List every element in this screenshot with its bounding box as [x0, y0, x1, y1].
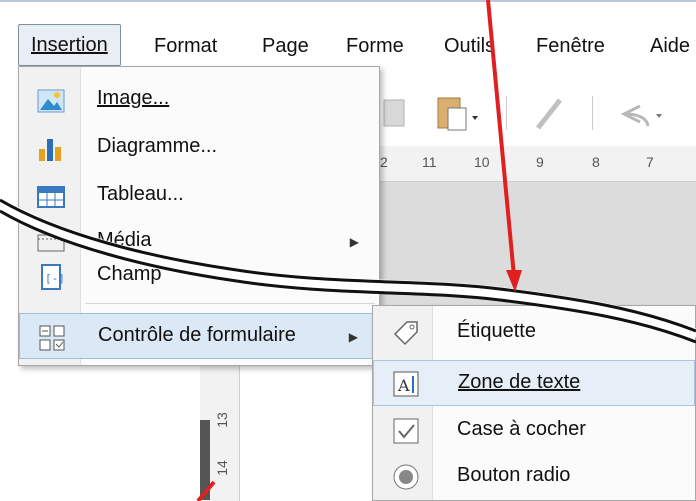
svg-text:A: A: [397, 376, 410, 395]
toolbar-separator-2: [592, 96, 593, 130]
field-icon: [-]: [41, 264, 65, 290]
undo-icon[interactable]: [612, 92, 672, 136]
image-icon: [37, 89, 65, 113]
submenu-arrow-icon: ▶: [349, 235, 359, 249]
insertion-menu: Image... Diagramme... Tableau... Média ▶: [18, 66, 380, 366]
submenu-arrow-icon: ▶: [348, 330, 358, 344]
menu-fenetre-label: Fenêtre: [536, 35, 605, 57]
menu-forme-label: Forme: [346, 35, 404, 57]
radio-button-icon: [393, 464, 419, 490]
ruler-tick: 13: [213, 412, 230, 428]
ruler-tick: 8: [592, 154, 600, 170]
checkbox-icon: [393, 418, 419, 444]
menu-aide-label: Aide: [650, 35, 691, 57]
menu-page-label: Page: [262, 35, 309, 57]
menu-outils-label: Outils: [444, 35, 496, 57]
chart-icon: [39, 139, 61, 161]
submenu-item-etiquette[interactable]: Étiquette: [373, 310, 695, 356]
text-box-icon: A: [393, 371, 419, 397]
ruler-tick: 11: [422, 154, 437, 170]
menu-forme[interactable]: Forme: [346, 28, 404, 64]
submenu-item-bouton-radio[interactable]: Bouton radio: [373, 454, 695, 500]
submenu-item-zone-de-texte[interactable]: A Zone de texte: [373, 360, 695, 406]
ruler-tick: 2: [380, 154, 388, 170]
menu-item-label: Diagramme...: [97, 135, 218, 157]
submenu-item-label: Zone de texte: [458, 371, 581, 393]
menu-item-image[interactable]: Image...: [19, 77, 379, 123]
menu-item-label: Média: [97, 229, 152, 251]
menu-outils[interactable]: Outils: [444, 28, 495, 64]
menu-item-label: Champ: [97, 263, 162, 285]
toolbar: [380, 82, 696, 144]
horizontal-ruler: 2 11 10 9 8 7: [380, 146, 696, 182]
menu-item-champ[interactable]: [-] Champ: [19, 253, 379, 299]
ruler-tick: 9: [536, 154, 544, 170]
menu-format[interactable]: Format: [154, 28, 217, 64]
menu-aide[interactable]: Aide: [650, 28, 690, 64]
left-strip: [0, 82, 20, 501]
submenu-item-label: Case à cocher: [457, 418, 586, 440]
ruler-tick: 14: [213, 460, 230, 476]
menu-separator: [85, 303, 375, 304]
menu-item-label: Contrôle de formulaire: [98, 324, 296, 346]
ruler-tick: 10: [474, 154, 490, 170]
menu-item-controle-formulaire[interactable]: Contrôle de formulaire ▶: [19, 313, 379, 359]
menu-item-label: Image...: [97, 87, 170, 109]
paste-icon[interactable]: [434, 92, 480, 136]
paste-dim-icon: [383, 99, 405, 127]
label-tag-icon: [393, 321, 418, 346]
submenu-item-label: Étiquette: [457, 320, 536, 342]
menu-item-diagramme[interactable]: Diagramme...: [19, 125, 379, 171]
submenu-item-case-a-cocher[interactable]: Case à cocher: [373, 408, 695, 454]
menu-item-tableau[interactable]: Tableau...: [19, 173, 379, 219]
menu-insertion[interactable]: Insertion: [18, 24, 121, 66]
table-icon: [37, 186, 65, 208]
menu-item-label: Tableau...: [97, 183, 184, 205]
menu-page[interactable]: Page: [262, 28, 309, 64]
ruler-shade: [200, 420, 210, 500]
menu-insertion-label: Insertion: [31, 34, 108, 56]
menu-fenetre[interactable]: Fenêtre: [536, 28, 605, 64]
toolbar-separator: [506, 96, 507, 130]
form-control-submenu: Étiquette A Zone de texte Case à cocher …: [372, 305, 696, 501]
submenu-item-label: Bouton radio: [457, 464, 571, 486]
form-control-icon: [39, 325, 65, 351]
svg-text:[-]: [-]: [45, 272, 65, 285]
ruler-tick: 7: [646, 154, 654, 170]
clear-format-icon[interactable]: [530, 92, 570, 136]
menu-format-label: Format: [154, 35, 218, 57]
